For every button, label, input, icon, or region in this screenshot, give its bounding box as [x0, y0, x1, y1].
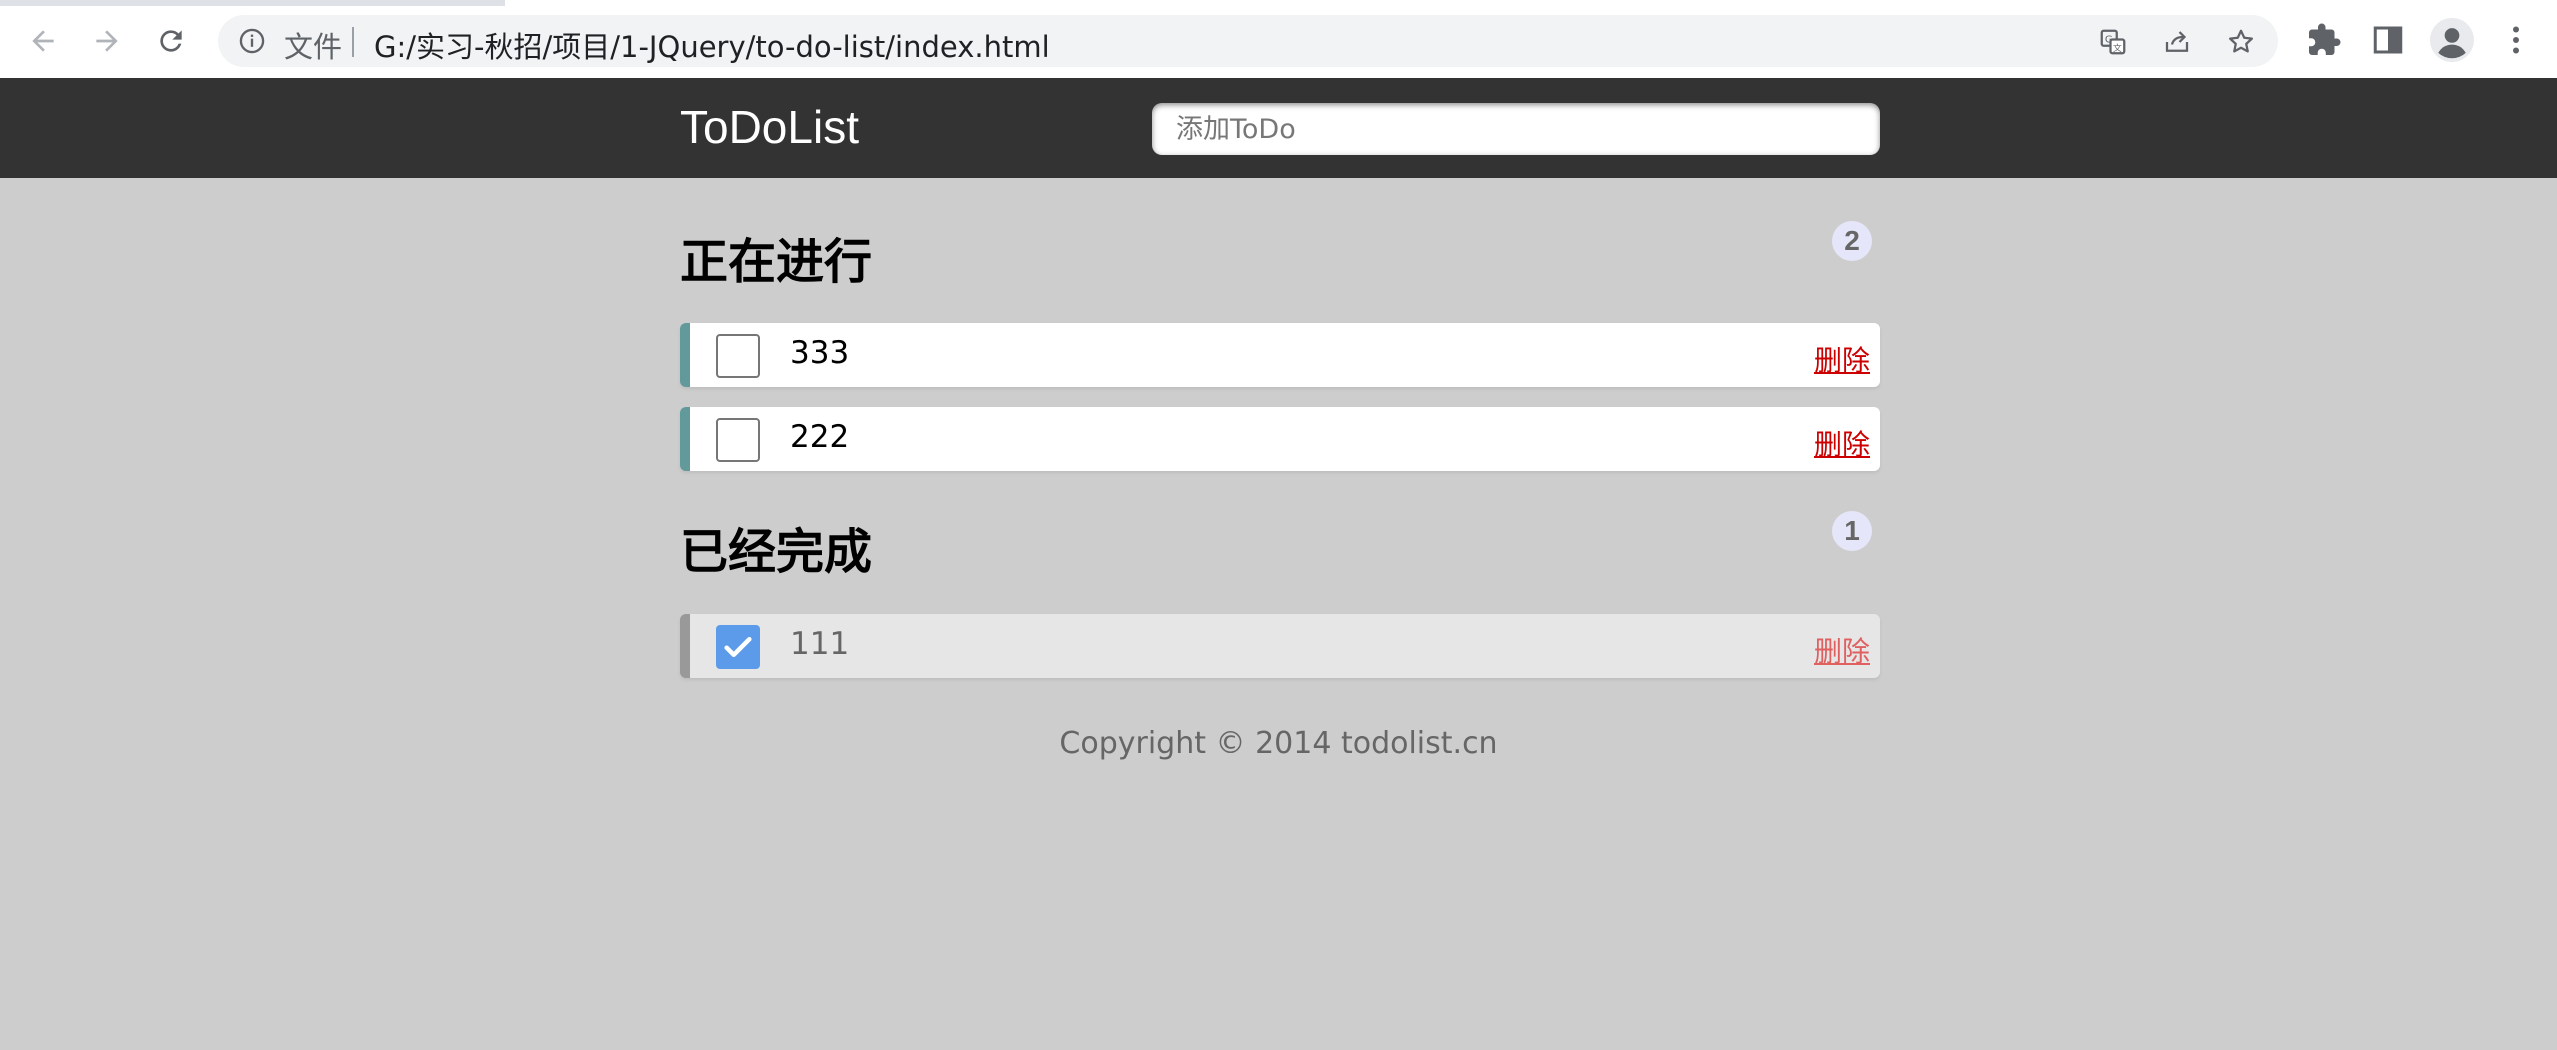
browser-toolbar: 文件 G:/实习-秋招/项目/1-JQuery/to-do-list/index…	[0, 0, 2557, 78]
done-item: 111 删除	[680, 614, 1880, 678]
app-logo: ToDoList	[680, 101, 859, 153]
profile-button[interactable]	[2430, 18, 2474, 62]
url-text[interactable]: G:/实习-秋招/项目/1-JQuery/to-do-list/index.ht…	[374, 24, 1050, 66]
forward-button[interactable]	[86, 20, 128, 62]
add-todo-input[interactable]	[1152, 103, 1880, 155]
translate-icon[interactable]: G文	[2098, 27, 2128, 57]
svg-text:文: 文	[2113, 42, 2122, 54]
scheme-label: 文件	[284, 30, 343, 64]
forward-icon	[96, 30, 118, 52]
reload-button[interactable]	[150, 20, 192, 62]
done-section-title: 已经完成	[680, 524, 873, 580]
doing-count-badge: 2	[1832, 221, 1872, 261]
delete-link[interactable]: 删除	[1814, 630, 1870, 670]
done-checkbox[interactable]	[716, 625, 760, 669]
bookmark-star-icon[interactable]	[2226, 27, 2256, 57]
info-icon[interactable]	[238, 27, 266, 55]
todo-text[interactable]: 333	[790, 335, 849, 371]
todo-text[interactable]: 111	[790, 626, 849, 662]
todo-checkbox[interactable]	[716, 418, 760, 462]
side-panel-icon[interactable]	[2370, 22, 2406, 58]
menu-icon[interactable]	[2498, 22, 2534, 58]
todo-item: 333 删除	[680, 323, 1880, 387]
profile-icon	[2430, 18, 2474, 62]
back-icon	[32, 30, 54, 52]
todo-checkbox[interactable]	[716, 334, 760, 378]
divider	[352, 27, 354, 57]
todo-item: 222 删除	[680, 407, 1880, 471]
app-header: ToDoList	[0, 78, 2557, 178]
doing-section-title: 正在进行	[680, 234, 873, 290]
delete-link[interactable]: 删除	[1814, 339, 1870, 379]
checkmark-icon	[724, 636, 752, 658]
back-button[interactable]	[22, 20, 64, 62]
footer-copyright: Copyright © 2014 todolist.cn	[1059, 726, 1498, 761]
extensions-icon[interactable]	[2306, 22, 2342, 58]
address-bar[interactable]: 文件 G:/实习-秋招/项目/1-JQuery/to-do-list/index…	[218, 15, 2278, 67]
tab-strip	[0, 0, 505, 6]
done-count-badge: 1	[1832, 511, 1872, 551]
reload-icon	[160, 30, 182, 52]
share-icon[interactable]	[2162, 27, 2192, 57]
delete-link[interactable]: 删除	[1814, 423, 1870, 463]
todo-text[interactable]: 222	[790, 419, 849, 455]
